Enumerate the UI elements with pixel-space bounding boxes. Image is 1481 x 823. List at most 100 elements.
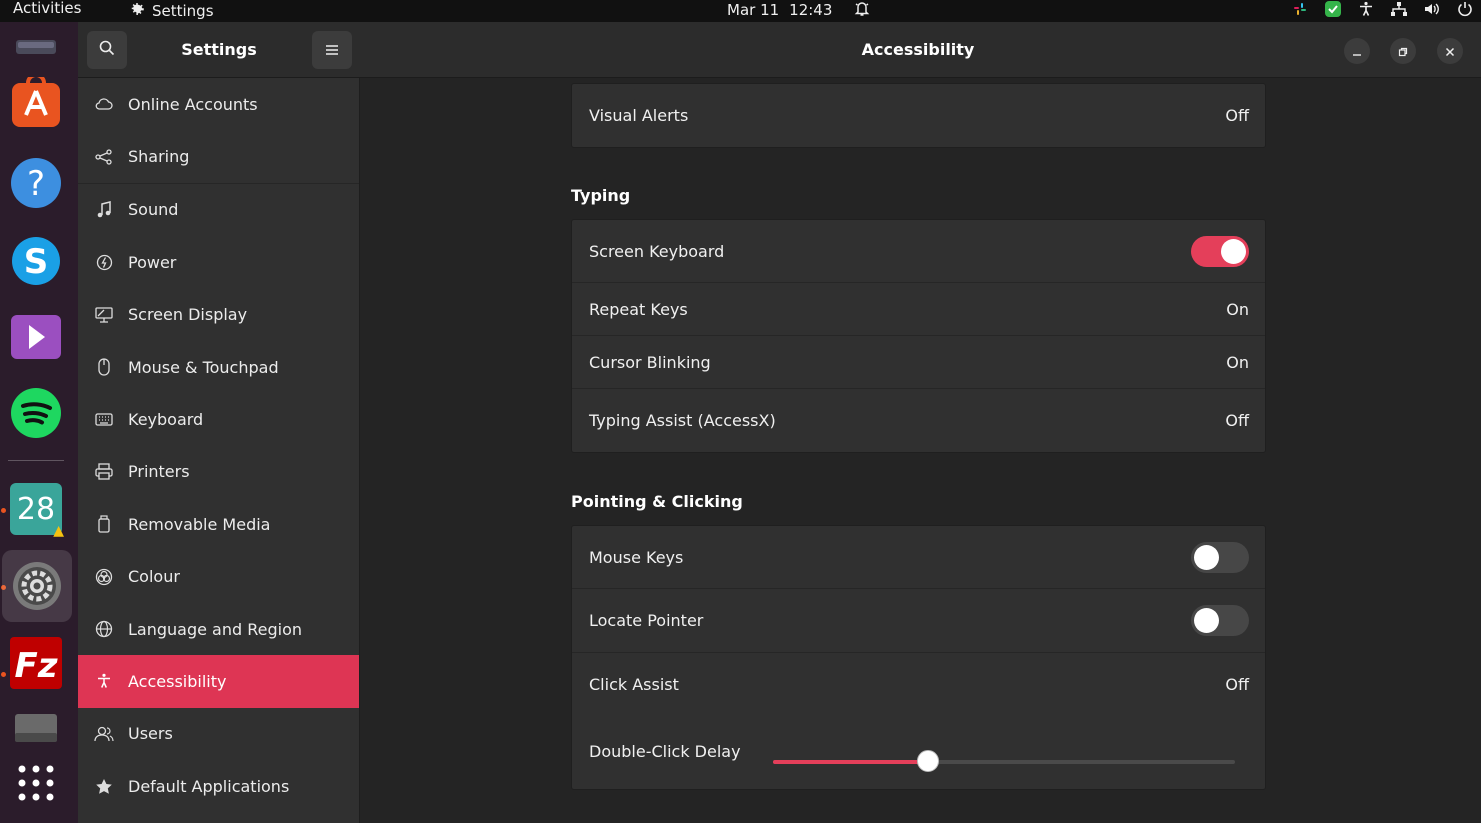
drive-icon[interactable] [9,712,63,744]
users-icon [78,726,128,742]
sidebar-item-label: Keyboard [128,410,204,430]
help-app-icon[interactable]: ? [9,156,63,210]
sidebar-item-label: Colour [128,567,180,587]
toggle-knob [1194,544,1219,570]
sidebar-item-mouse-touchpad[interactable]: Mouse & Touchpad [78,341,359,393]
svg-text:?: ? [27,164,45,204]
sidebar-item-users[interactable]: Users [78,708,359,760]
sidebar-item-sound[interactable]: Sound [78,184,359,236]
accessibility-tray-icon[interactable] [1349,0,1382,18]
sidebar-item-label: Mouse & Touchpad [128,357,279,377]
sidebar-item-colour[interactable]: Colour [78,551,359,603]
printer-icon [78,463,128,481]
activities-button[interactable]: Activities [13,0,81,17]
svg-text:Fz: Fz [14,646,57,686]
settings-app-icon[interactable] [2,550,72,622]
sidebar-item-sharing[interactable]: Sharing [78,130,359,182]
software-center-icon[interactable] [9,76,63,130]
volume-icon[interactable] [1415,0,1448,18]
system-tray[interactable] [1283,0,1481,18]
row-value: Off [1225,675,1249,694]
section-heading-typing: Typing [571,186,631,205]
main-header: Accessibility [360,22,1481,78]
typing-assist-row[interactable]: Typing Assist (AccessX) Off [572,389,1265,452]
sidebar-item-label: Users [128,724,173,744]
slider-thumb[interactable] [916,750,939,772]
sidebar-item-label: Sound [128,200,179,220]
sidebar-item-removable-media[interactable]: Removable Media [78,498,359,550]
row-label: Visual Alerts [589,106,689,125]
svg-text:S: S [24,242,49,282]
sidebar-item-label: Power [128,252,177,272]
bell-icon [854,0,870,21]
screen-keyboard-row[interactable]: Screen Keyboard [572,220,1265,283]
app-menu-label: Settings [152,1,214,20]
sidebar-item-printers[interactable]: Printers [78,446,359,498]
warning-icon: ▲ [53,523,64,539]
row-label: Mouse Keys [589,547,684,567]
keyboard-icon [78,413,128,426]
repeat-keys-row[interactable]: Repeat Keys On [572,283,1265,336]
sidebar-item-language-region[interactable]: Language and Region [78,603,359,655]
accessibility-panel: Accessibility Visual Alerts Off Typing S… [360,22,1481,823]
video-player-icon[interactable] [9,310,63,364]
files-app-icon[interactable] [9,32,63,62]
screen-keyboard-toggle[interactable] [1191,235,1249,267]
sidebar-item-label: Removable Media [128,514,271,534]
close-button[interactable] [1437,38,1463,64]
menu-button[interactable] [312,31,352,69]
row-value: Off [1225,411,1249,430]
sidebar-item-label: Default Applications [128,776,290,796]
mouse-keys-toggle[interactable] [1191,541,1249,573]
locate-pointer-toggle[interactable] [1191,605,1249,636]
sidebar-item-label: Accessibility [128,671,227,691]
power-menu-icon[interactable] [1448,0,1481,18]
hamburger-menu-icon [325,41,339,60]
clock[interactable]: Mar 11 12:43 [727,0,870,21]
security-check-icon[interactable] [1316,0,1349,18]
row-label: Repeat Keys [589,299,688,319]
sidebar-item-screen-display[interactable]: Screen Display [78,289,359,341]
calendar-app-icon[interactable]: 28 ▲ [9,482,64,539]
skype-app-icon[interactable]: S [9,234,63,288]
cursor-blinking-row[interactable]: Cursor Blinking On [572,336,1265,389]
show-apps-icon[interactable] [9,756,63,810]
maximize-button[interactable] [1390,38,1416,64]
click-assist-row[interactable]: Click Assist Off [572,653,1265,716]
share-icon [78,148,128,165]
music-note-icon [78,201,128,219]
spotify-app-icon[interactable] [9,386,63,440]
row-label: Click Assist [589,675,679,694]
power-icon [78,254,128,271]
gear-icon [128,0,146,22]
sidebar-item-label: Sharing [128,147,190,167]
sidebar-item-default-applications[interactable]: Default Applications [78,760,359,812]
sidebar-item-accessibility[interactable]: Accessibility [78,655,359,708]
hearing-panel: Visual Alerts Off [571,83,1266,148]
section-heading-pointing: Pointing & Clicking [571,492,743,511]
row-label: Screen Keyboard [589,241,725,261]
row-value: Off [1225,106,1249,125]
removable-media-icon [78,515,128,533]
locate-pointer-row[interactable]: Locate Pointer [572,589,1265,653]
mouse-keys-row[interactable]: Mouse Keys [572,526,1265,589]
toggle-knob [1194,608,1219,633]
filezilla-app-icon[interactable]: Fz [9,636,63,690]
visual-alerts-row[interactable]: Visual Alerts Off [572,84,1265,147]
dock: ? S 28 ▲ Fz [0,22,78,823]
minimize-button[interactable] [1344,38,1370,64]
row-label: Locate Pointer [589,611,704,630]
restore-icon [1398,42,1408,61]
slack-tray-icon[interactable] [1283,0,1316,18]
pointing-panel: Mouse Keys Locate Pointer Click Assist O… [571,525,1266,790]
network-icon[interactable] [1382,0,1415,18]
page-title: Accessibility [861,40,975,59]
globe-icon [78,620,128,638]
sidebar-item-power[interactable]: Power [78,236,359,288]
sidebar-item-keyboard[interactable]: Keyboard [78,393,359,445]
row-label: Cursor Blinking [589,352,711,372]
app-menu[interactable]: Settings [128,0,214,22]
double-click-delay-slider[interactable] [773,750,1235,774]
sidebar-item-online-accounts[interactable]: Online Accounts [78,78,359,130]
sidebar-item-label: Printers [128,462,190,482]
